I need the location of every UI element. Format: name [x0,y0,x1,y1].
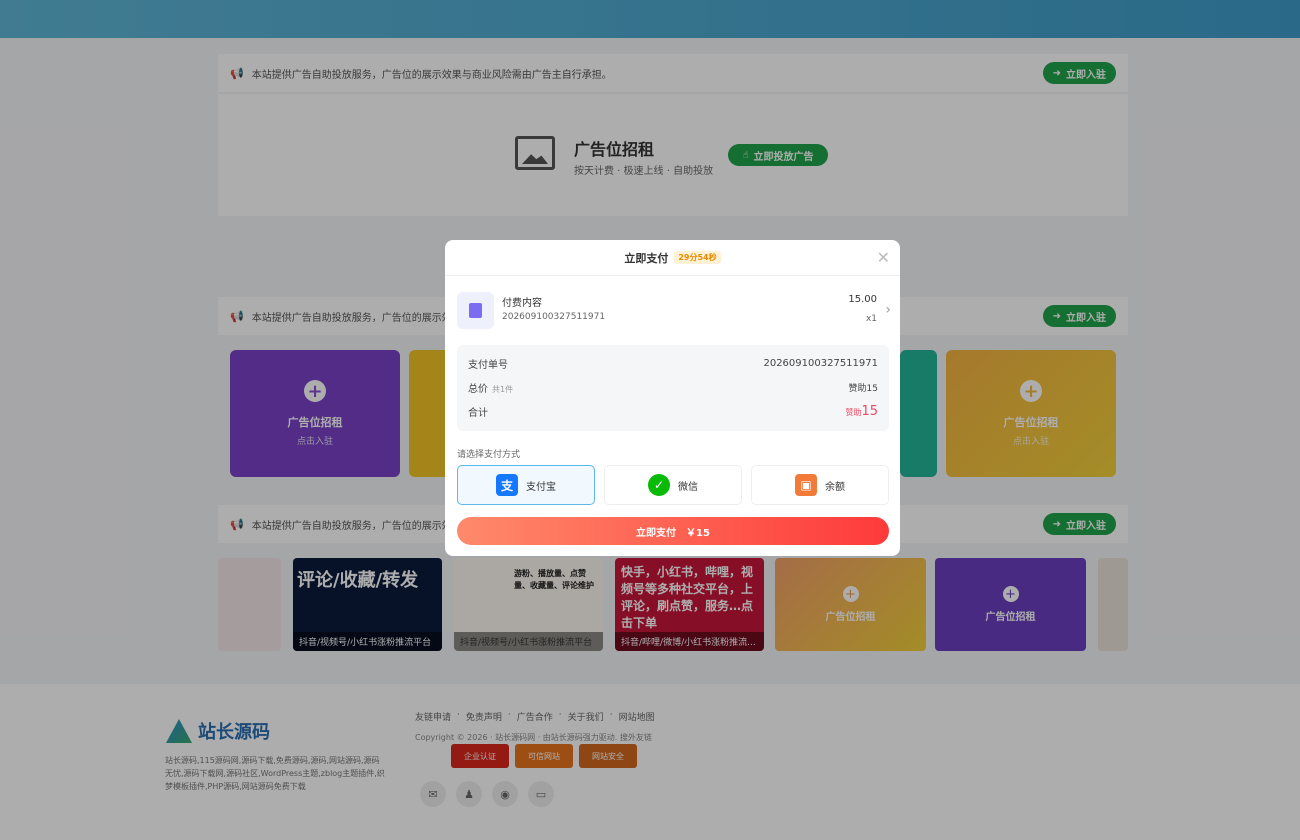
chevron-right-icon: › [885,302,891,318]
payment-methods: 支支付宝 ✓ 微信 ▣ 余额 [457,465,889,505]
item-name: 付费内容 [502,298,542,309]
sum-label: 合计 [468,407,488,419]
total-value: 赞助15 [848,383,878,394]
payment-method-label: 请选择支付方式 [457,450,521,460]
order-item[interactable]: 付费内容 202609100327511971 15.00 x1 › [457,290,891,332]
wechat-icon: ✓ [648,474,670,496]
wechat-pay-option[interactable]: ✓ 微信 [604,465,742,505]
modal-header: 立即支付 29分54秒 [445,240,900,276]
order-number-value: 202609100327511971 [763,357,878,369]
order-number-label: 支付单号 [468,359,508,371]
total-label: 总价 [468,383,488,395]
alipay-option[interactable]: 支支付宝 [457,465,595,505]
countdown-timer: 29分54秒 [674,251,721,264]
clipboard-icon [457,292,494,329]
pay-now-button[interactable]: 立即支付 ￥15 [457,517,889,545]
modal-title: 立即支付 [624,251,669,265]
item-order-number: 202609100327511971 [502,312,606,322]
wallet-icon: ▣ [795,474,817,496]
item-price: 15.00 [848,294,877,305]
alipay-icon: 支 [496,474,518,496]
sum-value: 赞助15 [845,403,878,419]
item-quantity: x1 [865,314,877,324]
payment-modal: 立即支付 29分54秒 ✕ 付费内容 202609100327511971 15… [445,240,900,556]
total-count: 共1件 [492,384,514,394]
balance-option[interactable]: ▣ 余额 [751,465,889,505]
close-icon[interactable]: ✕ [877,248,890,267]
order-summary: 支付单号 202609100327511971 总价 共1件 赞助15 合计 赞助15 [457,345,889,431]
